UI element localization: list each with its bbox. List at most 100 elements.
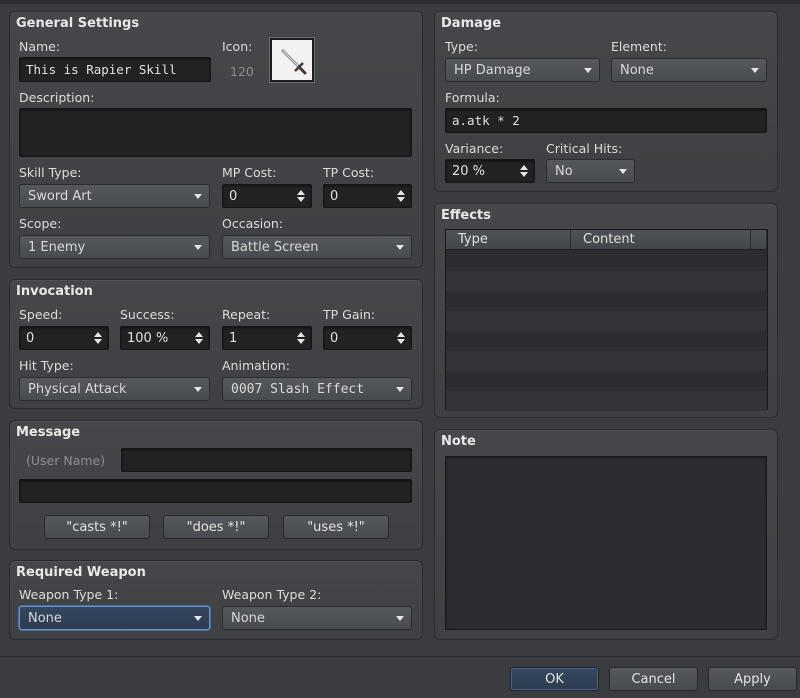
animation-label: Animation: xyxy=(222,358,290,373)
spin-down-icon[interactable] xyxy=(297,197,305,202)
note-textarea[interactable] xyxy=(445,456,767,630)
speed-stepper[interactable]: 0 xyxy=(19,326,109,350)
name-input[interactable]: This is Rapier Skill xyxy=(19,57,211,82)
apply-button[interactable]: Apply xyxy=(708,667,797,691)
description-label: Description: xyxy=(19,90,95,105)
variance-stepper[interactable]: 20 % xyxy=(445,159,535,183)
spin-up-icon[interactable] xyxy=(195,332,203,337)
skill-type-value: Sword Art xyxy=(28,188,92,204)
table-row[interactable] xyxy=(446,271,767,291)
spin-up-icon[interactable] xyxy=(94,332,102,337)
spin-up-icon[interactable] xyxy=(297,190,305,195)
animation-select[interactable]: 0007 Slash Effect xyxy=(222,377,412,401)
chevron-down-icon xyxy=(194,245,202,250)
occasion-select[interactable]: Battle Screen xyxy=(222,235,412,259)
group-title: General Settings xyxy=(16,16,140,31)
speed-label: Speed: xyxy=(19,307,63,322)
scope-value: 1 Enemy xyxy=(28,239,86,255)
element-value: None xyxy=(620,62,654,78)
group-title: Invocation xyxy=(16,284,93,299)
table-row[interactable] xyxy=(446,291,767,311)
chevron-down-icon xyxy=(584,68,592,73)
casts-button[interactable]: "casts *!" xyxy=(44,515,150,539)
icon-label: Icon: xyxy=(222,39,253,54)
skill-type-select[interactable]: Sword Art xyxy=(19,184,210,208)
chevron-down-icon xyxy=(194,194,202,199)
scope-label: Scope: xyxy=(19,216,62,231)
effects-column-type[interactable]: Type xyxy=(446,230,571,250)
hit-type-label: Hit Type: xyxy=(19,358,74,373)
tp-gain-label: TP Gain: xyxy=(323,307,376,322)
tp-cost-stepper[interactable]: 0 xyxy=(323,184,412,208)
group-title: Required Weapon xyxy=(16,565,146,580)
critical-hits-value: No xyxy=(555,163,573,179)
weapon-type2-select[interactable]: None xyxy=(222,606,412,630)
speed-value: 0 xyxy=(26,330,35,346)
spin-down-icon[interactable] xyxy=(397,339,405,344)
name-label: Name: xyxy=(19,39,61,54)
spin-up-icon[interactable] xyxy=(397,190,405,195)
table-row[interactable] xyxy=(446,351,767,371)
occasion-value: Battle Screen xyxy=(231,239,319,255)
group-title: Note xyxy=(441,434,476,449)
group-title: Damage xyxy=(441,16,502,31)
message-line1-input[interactable] xyxy=(121,448,412,472)
damage-type-label: Type: xyxy=(445,39,478,54)
spin-down-icon[interactable] xyxy=(195,339,203,344)
damage-type-select[interactable]: HP Damage xyxy=(445,58,600,82)
ok-button[interactable]: OK xyxy=(510,667,599,691)
table-row[interactable] xyxy=(446,311,767,331)
animation-value: 0007 Slash Effect xyxy=(231,381,365,397)
critical-hits-select[interactable]: No xyxy=(546,159,635,183)
element-select[interactable]: None xyxy=(611,58,767,82)
weapon-type2-value: None xyxy=(231,610,265,626)
table-row[interactable] xyxy=(446,371,767,391)
chevron-down-icon xyxy=(194,387,202,392)
hit-type-value: Physical Attack xyxy=(28,381,127,397)
effects-column-content[interactable]: Content xyxy=(571,230,751,250)
damage-type-value: HP Damage xyxy=(454,62,531,78)
chevron-down-icon xyxy=(194,616,202,621)
tp-gain-stepper[interactable]: 0 xyxy=(323,326,412,350)
tp-cost-value: 0 xyxy=(330,188,339,204)
repeat-value: 1 xyxy=(229,330,238,346)
effects-table[interactable]: Type Content xyxy=(445,229,768,411)
cancel-button[interactable]: Cancel xyxy=(609,667,698,691)
scope-select[interactable]: 1 Enemy xyxy=(19,235,210,259)
effects-column-spacer xyxy=(751,230,767,250)
group-title: Message xyxy=(16,425,81,440)
user-name-label: (User Name) xyxy=(26,453,106,468)
sword-icon xyxy=(281,49,307,75)
variance-value: 20 % xyxy=(452,163,486,179)
spin-down-icon[interactable] xyxy=(397,197,405,202)
spin-up-icon[interactable] xyxy=(397,332,405,337)
success-stepper[interactable]: 100 % xyxy=(120,326,210,350)
spin-down-icon[interactable] xyxy=(94,339,102,344)
table-row[interactable] xyxy=(446,331,767,351)
does-button[interactable]: "does *!" xyxy=(163,515,269,539)
uses-button[interactable]: "uses *!" xyxy=(283,515,389,539)
occasion-label: Occasion: xyxy=(222,216,284,231)
table-row[interactable] xyxy=(446,391,767,411)
success-label: Success: xyxy=(120,307,175,322)
message-line2-input[interactable] xyxy=(19,479,412,503)
formula-input[interactable]: a.atk * 2 xyxy=(445,108,767,133)
spin-down-icon[interactable] xyxy=(297,339,305,344)
repeat-stepper[interactable]: 1 xyxy=(222,326,312,350)
tp-gain-value: 0 xyxy=(330,330,339,346)
chevron-down-icon xyxy=(619,169,627,174)
mp-cost-stepper[interactable]: 0 xyxy=(222,184,312,208)
skill-type-label: Skill Type: xyxy=(19,165,82,180)
spin-up-icon[interactable] xyxy=(297,332,305,337)
weapon-type1-select[interactable]: None xyxy=(19,606,210,630)
hit-type-select[interactable]: Physical Attack xyxy=(19,377,210,401)
critical-hits-label: Critical Hits: xyxy=(546,141,623,156)
mp-cost-label: MP Cost: xyxy=(222,165,277,180)
success-value: 100 % xyxy=(127,330,169,346)
chevron-down-icon xyxy=(751,68,759,73)
table-row[interactable] xyxy=(446,251,767,271)
description-input[interactable] xyxy=(19,108,412,157)
spin-down-icon[interactable] xyxy=(520,172,528,177)
skill-icon-picker[interactable] xyxy=(269,37,315,83)
spin-up-icon[interactable] xyxy=(520,165,528,170)
